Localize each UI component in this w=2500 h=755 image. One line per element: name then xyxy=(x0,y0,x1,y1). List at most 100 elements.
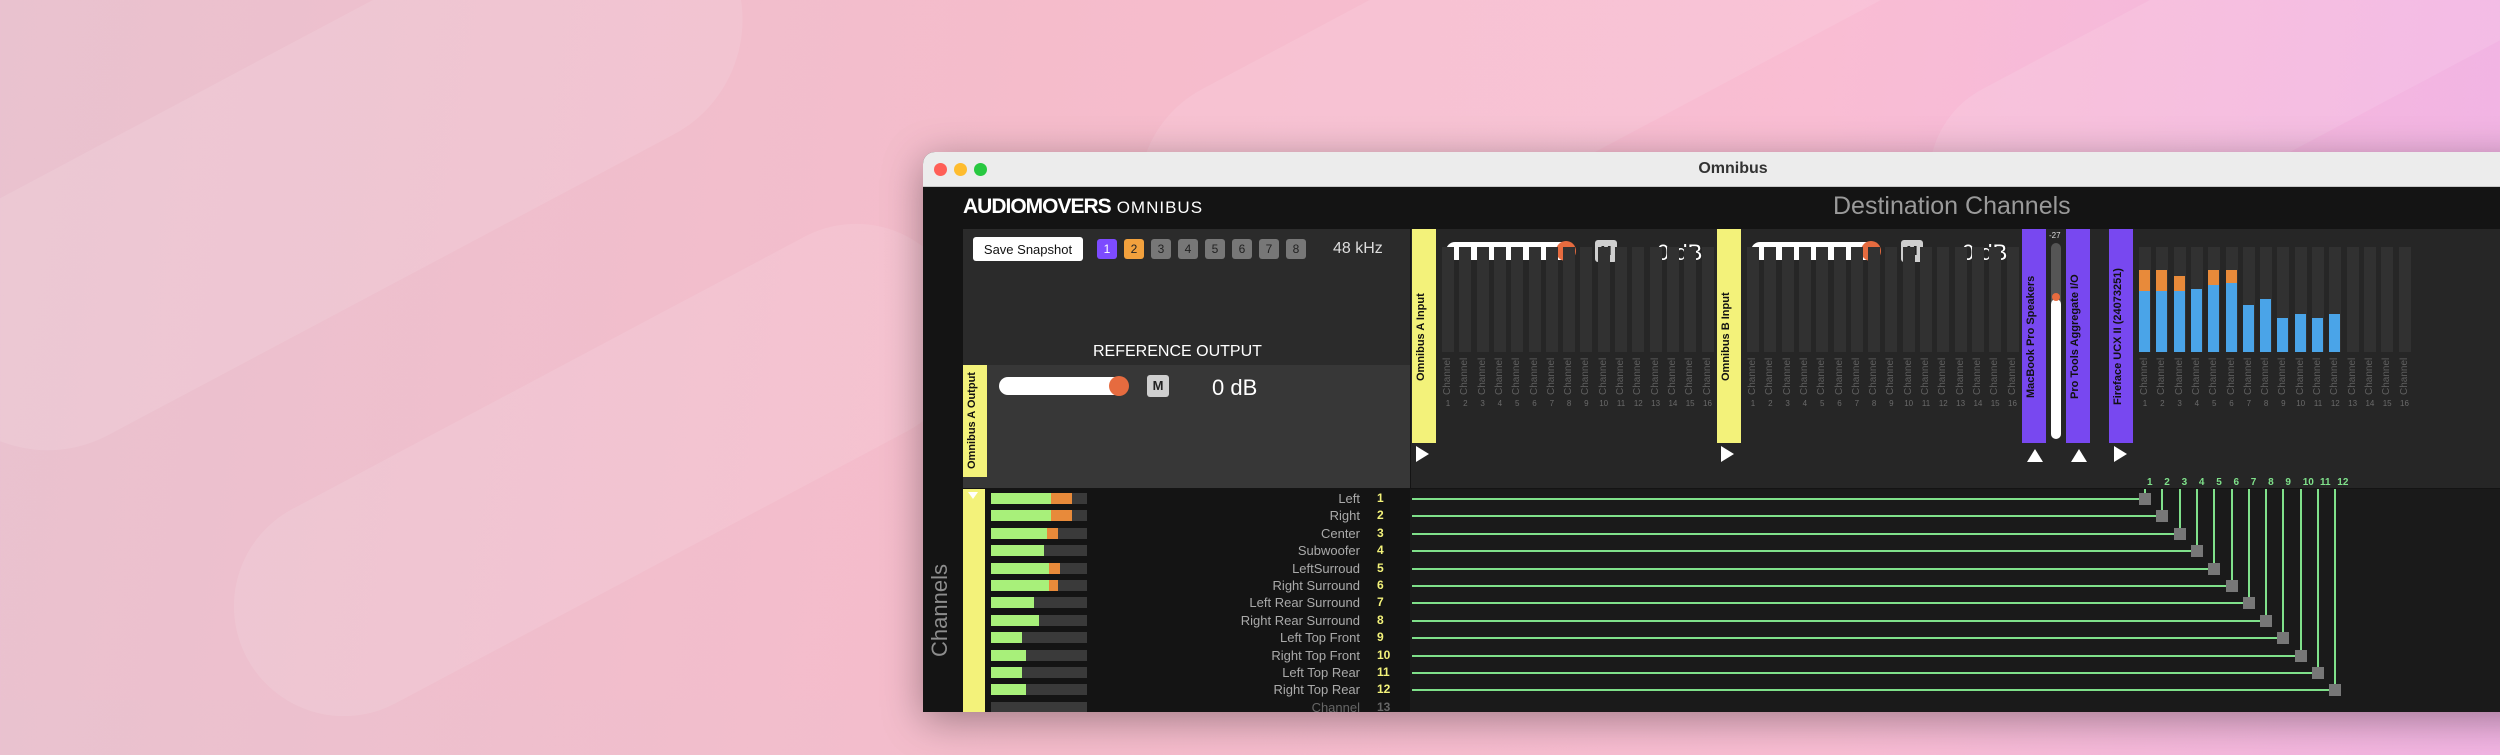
route-line[interactable] xyxy=(1412,515,2162,518)
destination-omnibus-a-chip[interactable]: Omnibus A Input xyxy=(1412,229,1436,443)
destination-fireface-chip[interactable]: Fireface UCX II (24073251) xyxy=(2109,229,2133,443)
route-line[interactable] xyxy=(1412,585,2231,587)
route-node[interactable] xyxy=(2225,580,2238,592)
source-channel-row[interactable]: Left Top Front 9 xyxy=(987,630,1410,646)
zoom-icon[interactable] xyxy=(974,163,987,176)
channel-meter xyxy=(1971,247,1984,352)
source-channel-row[interactable]: LeftSurroud 5 xyxy=(987,561,1410,577)
fireface-channel-peak xyxy=(2173,276,2185,291)
route-line[interactable] xyxy=(1412,637,2283,640)
source-channel-row[interactable]: Right Rear Surround 8 xyxy=(987,613,1410,629)
level-fill xyxy=(991,562,1049,574)
reference-output-chip[interactable]: Omnibus A Output xyxy=(963,365,987,477)
channel-number: 5 xyxy=(2211,399,2217,408)
route-node[interactable] xyxy=(2139,493,2151,505)
source-channel-row[interactable]: Channel 13 xyxy=(987,700,1410,712)
channel-label: Channel xyxy=(2208,357,2220,395)
snapshot-2-button[interactable]: 2 xyxy=(1124,239,1144,259)
source-channel-row[interactable]: Right 2 xyxy=(987,508,1410,524)
source-channel-row[interactable]: Left 1 xyxy=(987,491,1410,507)
source-level-meter xyxy=(991,649,1087,661)
source-level-meter xyxy=(991,597,1087,609)
route-line[interactable] xyxy=(1412,567,2214,570)
source-channel-name: Right xyxy=(1329,508,1360,524)
channel-meter xyxy=(1850,247,1863,352)
omnibus-b-play-icon[interactable] xyxy=(1721,446,1734,462)
source-channel-row[interactable]: Subwoofer 4 xyxy=(987,543,1410,559)
slider-knob[interactable] xyxy=(1109,376,1129,396)
pro-tools-expand-icon[interactable] xyxy=(2071,449,2087,462)
channel-meter xyxy=(1459,247,1472,352)
source-channel-number: 7 xyxy=(1377,595,1384,610)
channel-number: 7 xyxy=(2246,399,2252,408)
route-node[interactable] xyxy=(2156,510,2169,523)
route-line[interactable] xyxy=(1412,532,2179,535)
route-line[interactable] xyxy=(1412,654,2300,657)
destination-macbook-chip[interactable]: MacBook Pro Speakers xyxy=(2022,229,2046,443)
channel-label: Channel xyxy=(1798,357,1810,395)
channel-label: Channel xyxy=(2242,357,2254,395)
destination-pro-tools-chip[interactable]: Pro Tools Aggregate I/O xyxy=(2066,229,2090,443)
snapshot-4-button[interactable]: 4 xyxy=(1178,239,1198,259)
route-line[interactable] xyxy=(1412,602,2248,605)
route-line[interactable] xyxy=(1412,619,2266,622)
source-channel-row[interactable]: Right Surround 6 xyxy=(987,578,1410,594)
route-line[interactable] xyxy=(1412,550,2196,553)
source-channel-row[interactable]: Right Top Front 10 xyxy=(987,648,1410,664)
omnibus-a-play-icon[interactable] xyxy=(1416,446,1429,462)
route-node[interactable] xyxy=(2277,632,2290,645)
route-node[interactable] xyxy=(2312,667,2324,679)
fader-knob[interactable] xyxy=(2052,293,2060,301)
reference-output-label: Omnibus A Output xyxy=(966,372,978,470)
source-channel-row[interactable]: Left Top Rear 11 xyxy=(987,665,1410,681)
source-channel-number: 3 xyxy=(1377,525,1384,540)
save-snapshot-button[interactable]: Save Snapshot xyxy=(973,237,1083,261)
destination-pro-tools-label: Pro Tools Aggregate I/O xyxy=(2069,274,2081,400)
snapshot-8-button[interactable]: 8 xyxy=(1286,239,1306,259)
snapshot-3-button[interactable]: 3 xyxy=(1151,239,1171,259)
minimize-icon[interactable] xyxy=(954,163,967,176)
channel-label: Channel xyxy=(1615,357,1626,395)
source-channel-row[interactable]: Right Top Rear 12 xyxy=(987,682,1410,698)
source-collapse-icon[interactable] xyxy=(968,492,978,499)
macbook-expand-icon[interactable] xyxy=(2027,449,2043,462)
channel-label: Channel xyxy=(2329,357,2341,395)
route-node[interactable] xyxy=(2260,614,2273,627)
routing-matrix: Omnibus A Output Left 1 Right 2 Center 3 Subwo… xyxy=(963,477,2500,712)
channel-number: 11 xyxy=(2313,399,2323,408)
channel-label: Channel xyxy=(1476,357,1488,395)
route-node[interactable] xyxy=(2329,684,2342,697)
sample-rate[interactable]: 48 kHz xyxy=(1333,240,1383,258)
route-node[interactable] xyxy=(2173,527,2186,540)
route-node[interactable] xyxy=(2242,597,2255,610)
channel-meter xyxy=(1649,247,1662,352)
channel-number: 13 xyxy=(1956,399,1966,408)
destination-omnibus-b-chip[interactable]: Omnibus B Input xyxy=(1717,229,1741,443)
source-channel-row[interactable]: Center 3 xyxy=(987,526,1410,542)
channel-meter xyxy=(1632,247,1645,352)
route-line[interactable] xyxy=(1412,498,2144,500)
route-line[interactable] xyxy=(1412,672,2317,674)
route-line[interactable] xyxy=(1412,689,2335,692)
channel-number: 15 xyxy=(1685,399,1695,408)
close-icon[interactable] xyxy=(934,163,947,176)
route-node[interactable] xyxy=(2294,649,2307,662)
source-channel-row[interactable]: Left Rear Surround 7 xyxy=(987,595,1410,611)
fireface-channel-peak xyxy=(2225,270,2237,283)
channel-number: 4 xyxy=(2194,399,2200,408)
route-node[interactable] xyxy=(2208,562,2221,575)
pro-tools-fader[interactable] xyxy=(2051,243,2061,439)
snapshot-6-button[interactable]: 6 xyxy=(1232,239,1252,259)
title-bar[interactable]: Omnibus xyxy=(923,152,2500,187)
fireface-channel-level xyxy=(2294,314,2306,352)
channel-label: Channel xyxy=(1459,357,1471,395)
control-panel: Save Snapshot 12345678 48 kHz REFERENCE … xyxy=(963,229,1410,488)
snapshot-7-button[interactable]: 7 xyxy=(1259,239,1279,259)
route-node[interactable] xyxy=(2190,545,2203,558)
reference-mute-button[interactable]: M xyxy=(1147,375,1169,397)
fireface-play-icon[interactable] xyxy=(2114,446,2127,462)
snapshot-1-button[interactable]: 1 xyxy=(1097,239,1117,259)
source-channel-number: 9 xyxy=(1377,630,1384,645)
snapshot-5-button[interactable]: 5 xyxy=(1205,239,1225,259)
reference-volume-slider[interactable] xyxy=(999,376,1129,396)
